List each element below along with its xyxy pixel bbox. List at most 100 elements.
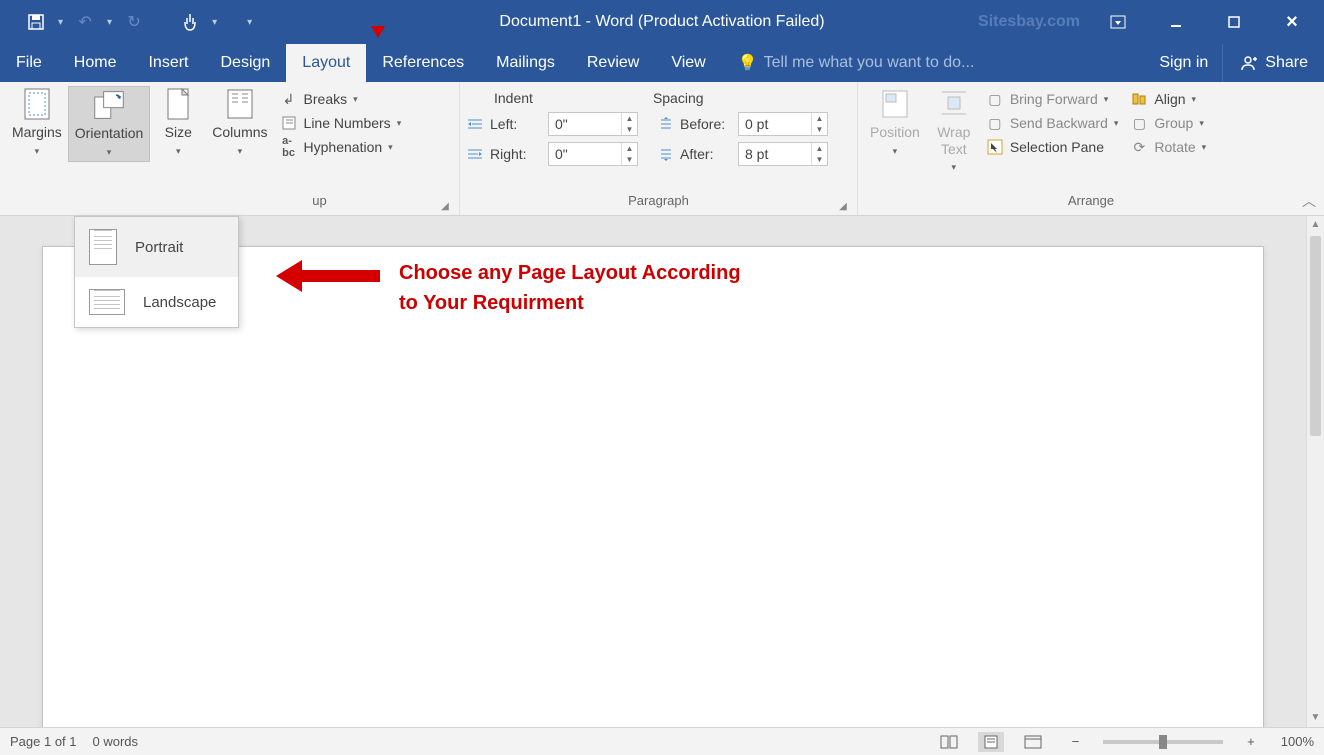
annotation-text: Choose any Page Layout Accordingto Your … [399, 258, 741, 318]
group-objects-button[interactable]: ▢Group ▾ [1130, 114, 1206, 132]
collapse-ribbon-icon[interactable]: ︿ [1302, 191, 1316, 211]
page-setup-launcher-icon[interactable]: ◢ [439, 201, 451, 213]
scroll-thumb[interactable] [1310, 236, 1321, 436]
scroll-up-icon[interactable]: ▲ [1307, 216, 1324, 234]
orientation-landscape-item[interactable]: Landscape [75, 277, 238, 327]
touch-dropdown-icon[interactable]: ▾ [212, 17, 217, 28]
spin-up-icon[interactable]: ▲ [621, 143, 637, 154]
columns-icon [224, 88, 256, 120]
spin-down-icon[interactable]: ▼ [811, 154, 827, 165]
wrap-text-button[interactable]: Wrap Text ▾ [926, 86, 982, 175]
spin-up-icon[interactable]: ▲ [811, 113, 827, 124]
rotate-button[interactable]: ⟳Rotate ▾ [1130, 138, 1206, 156]
indent-left-input[interactable]: ▲▼ [548, 112, 638, 136]
maximize-icon[interactable] [1214, 6, 1254, 38]
indent-right-label: Right: [490, 146, 542, 162]
breaks-label: Breaks [304, 91, 348, 107]
spin-up-icon[interactable]: ▲ [811, 143, 827, 154]
line-numbers-button[interactable]: Line Numbers ▾ [280, 114, 402, 132]
qat-dropdown-icon[interactable]: ▾ [58, 17, 63, 28]
tab-file[interactable]: File [0, 44, 58, 82]
undo-dropdown-icon[interactable]: ▾ [107, 17, 112, 28]
spacing-before-input[interactable]: ▲▼ [738, 112, 828, 136]
bring-forward-icon: ▢ [986, 90, 1004, 108]
save-icon[interactable] [20, 6, 52, 38]
portrait-icon [89, 229, 117, 265]
sign-in-button[interactable]: Sign in [1145, 44, 1222, 82]
position-icon [879, 88, 911, 120]
tab-insert[interactable]: Insert [132, 44, 204, 82]
vertical-scrollbar[interactable]: ▲ ▼ [1306, 216, 1324, 727]
hyphenation-button[interactable]: a-bcHyphenation ▾ [280, 138, 402, 156]
page-count[interactable]: Page 1 of 1 [10, 734, 77, 749]
send-backward-button[interactable]: ▢Send Backward ▾ [986, 114, 1119, 132]
align-label: Align [1154, 91, 1185, 107]
close-icon[interactable]: × [1272, 6, 1312, 38]
zoom-level[interactable]: 100% [1281, 734, 1314, 749]
orientation-dropdown: Portrait Landscape [74, 216, 239, 328]
tab-layout[interactable]: Layout [286, 44, 366, 82]
tab-mailings[interactable]: Mailings [480, 44, 571, 82]
ribbon-display-options-icon[interactable] [1098, 6, 1138, 38]
undo-icon[interactable]: ↶ [69, 6, 101, 38]
spacing-before-label: Before: [680, 116, 732, 132]
web-layout-icon[interactable] [1020, 732, 1046, 752]
indent-left-icon [466, 117, 484, 131]
tab-references[interactable]: References [366, 44, 480, 82]
group-paragraph: Indent Spacing Left: ▲▼ Before: ▲▼ Right… [460, 82, 858, 215]
zoom-out-button[interactable]: − [1072, 734, 1080, 749]
selection-pane-button[interactable]: Selection Pane [986, 138, 1119, 156]
annotation-arrow-down-icon [368, 4, 388, 40]
tell-me-search[interactable]: 💡 Tell me what you want to do... [722, 44, 1146, 82]
indent-right-input[interactable]: ▲▼ [548, 142, 638, 166]
breaks-button[interactable]: ↲Breaks ▾ [280, 90, 402, 108]
minimize-icon[interactable] [1156, 6, 1196, 38]
paragraph-launcher-icon[interactable]: ◢ [837, 201, 849, 213]
spacing-after-label: After: [680, 146, 732, 162]
spin-down-icon[interactable]: ▼ [811, 124, 827, 135]
orientation-portrait-item[interactable]: Portrait [75, 217, 238, 277]
orientation-label: Orientation [75, 125, 143, 141]
word-count[interactable]: 0 words [93, 734, 139, 749]
qat-customize-icon[interactable]: ▾ [247, 17, 252, 28]
tab-review[interactable]: Review [571, 44, 655, 82]
position-button[interactable]: Position▾ [864, 86, 926, 160]
indent-heading: Indent [494, 90, 533, 106]
rotate-label: Rotate [1154, 139, 1195, 155]
read-mode-icon[interactable] [936, 732, 962, 752]
zoom-slider[interactable] [1103, 740, 1223, 744]
align-icon [1130, 90, 1148, 108]
print-layout-icon[interactable] [978, 732, 1004, 752]
size-button[interactable]: Size▾ [150, 86, 206, 160]
spacing-after-input[interactable]: ▲▼ [738, 142, 828, 166]
bring-forward-label: Bring Forward [1010, 91, 1098, 107]
spacing-heading: Spacing [653, 90, 704, 106]
tab-design[interactable]: Design [204, 44, 286, 82]
align-button[interactable]: Align ▾ [1130, 90, 1206, 108]
bring-forward-button[interactable]: ▢Bring Forward ▾ [986, 90, 1119, 108]
orientation-icon [93, 89, 125, 121]
tab-view[interactable]: View [655, 44, 721, 82]
quick-access-toolbar: ▾ ↶ ▾ ↻ ▾ ▾ [0, 6, 254, 38]
size-icon [162, 88, 194, 120]
hyphenation-label: Hyphenation [304, 139, 383, 155]
margins-button[interactable]: Margins▾ [6, 86, 68, 160]
status-bar: Page 1 of 1 0 words − + 100% [0, 727, 1324, 755]
scroll-down-icon[interactable]: ▼ [1307, 709, 1324, 727]
zoom-in-button[interactable]: + [1247, 734, 1255, 749]
spin-down-icon[interactable]: ▼ [621, 154, 637, 165]
page-setup-group-label: up◢ [6, 193, 453, 215]
touch-mode-icon[interactable] [174, 6, 206, 38]
spin-down-icon[interactable]: ▼ [621, 124, 637, 135]
paragraph-group-label: Paragraph [628, 193, 689, 208]
redo-icon[interactable]: ↻ [118, 6, 150, 38]
group-icon: ▢ [1130, 114, 1148, 132]
tab-home[interactable]: Home [58, 44, 133, 82]
columns-button[interactable]: Columns▾ [206, 86, 273, 160]
annotation-arrow-left-icon [272, 256, 382, 296]
spacing-before-icon [658, 116, 674, 132]
selection-pane-label: Selection Pane [1010, 139, 1104, 155]
spin-up-icon[interactable]: ▲ [621, 113, 637, 124]
orientation-button[interactable]: Orientation▾ [68, 86, 150, 162]
share-button[interactable]: Share [1222, 44, 1324, 82]
